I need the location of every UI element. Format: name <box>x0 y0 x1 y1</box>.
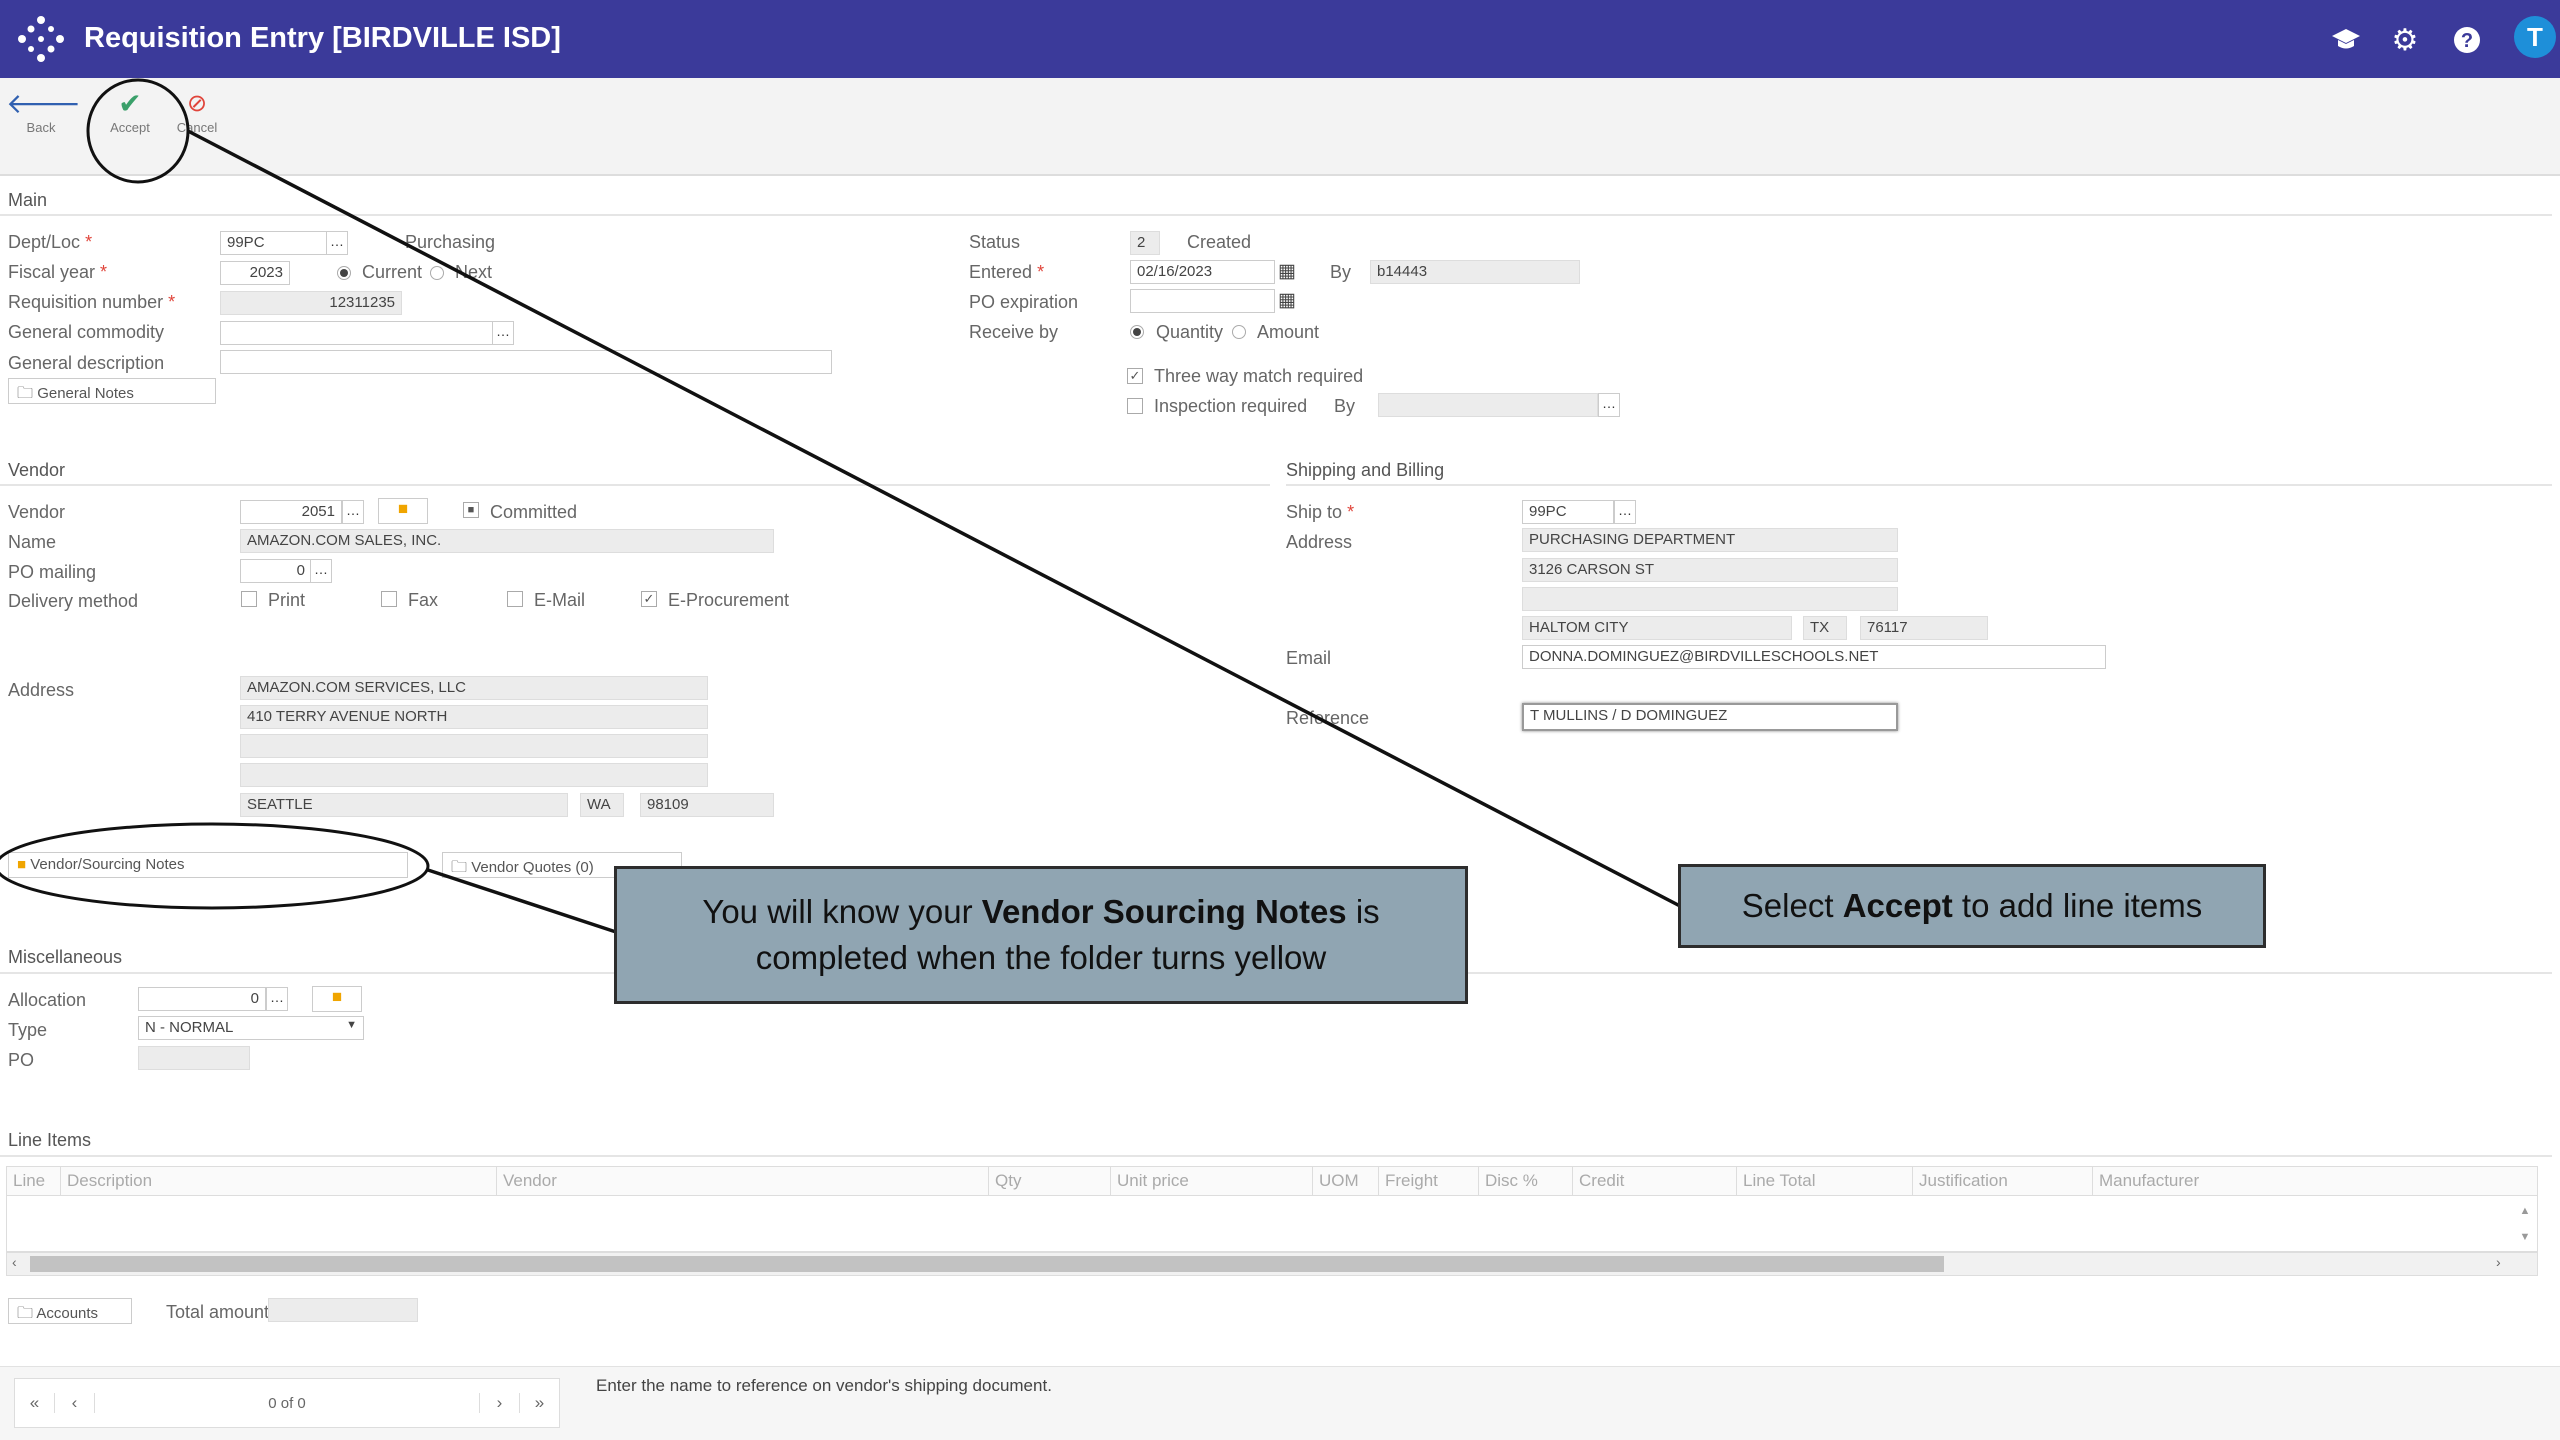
vendor-sourcing-callout: You will know your Vendor Sourcing Notes… <box>614 866 1468 1004</box>
accept-highlight-circle <box>86 78 190 184</box>
annotation-overlay <box>0 78 1681 934</box>
accept-pointer-line <box>187 129 1681 908</box>
accept-callout: Select Accept to add line items <box>1678 864 2266 948</box>
sourcing-notes-highlight <box>0 822 430 910</box>
sourcing-pointer-line <box>427 868 617 934</box>
